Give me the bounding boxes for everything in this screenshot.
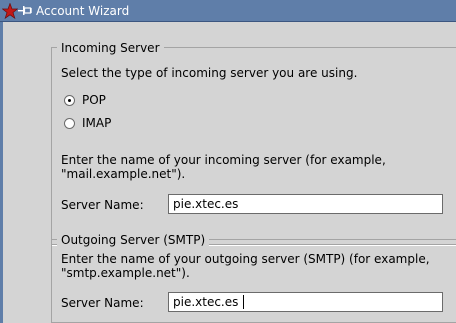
outgoing-server-name-label: Server Name: bbox=[61, 296, 144, 310]
incoming-prompt: Select the type of incoming server you a… bbox=[61, 66, 358, 80]
outgoing-instructions-line2: "smtp.example.net"). bbox=[61, 266, 190, 280]
incoming-server-name-label: Server Name: bbox=[61, 198, 144, 212]
incoming-instructions-line2: "mail.example.net"). bbox=[61, 167, 186, 181]
incoming-server-name-input[interactable] bbox=[168, 194, 443, 214]
radio-imap-label[interactable]: IMAP bbox=[82, 116, 111, 130]
radio-pop-dot bbox=[68, 99, 71, 102]
incoming-instructions-line1: Enter the name of your incoming server (… bbox=[61, 153, 386, 167]
star-icon[interactable] bbox=[2, 3, 18, 19]
radio-imap[interactable] bbox=[64, 118, 75, 129]
wizard-content: Incoming Server Select the type of incom… bbox=[3, 22, 456, 323]
text-caret bbox=[243, 295, 244, 309]
window-title: Account Wizard bbox=[36, 4, 130, 18]
outgoing-instructions-line1: Enter the name of your outgoing server (… bbox=[61, 252, 430, 266]
pin-icon[interactable] bbox=[18, 5, 32, 16]
incoming-server-legend: Incoming Server bbox=[57, 41, 164, 55]
outgoing-server-legend: Outgoing Server (SMTP) bbox=[57, 233, 210, 247]
radio-pop[interactable] bbox=[64, 95, 75, 106]
outgoing-server-name-input[interactable] bbox=[168, 292, 443, 312]
title-bar[interactable]: Account Wizard bbox=[0, 0, 456, 22]
radio-pop-label[interactable]: POP bbox=[82, 93, 106, 107]
